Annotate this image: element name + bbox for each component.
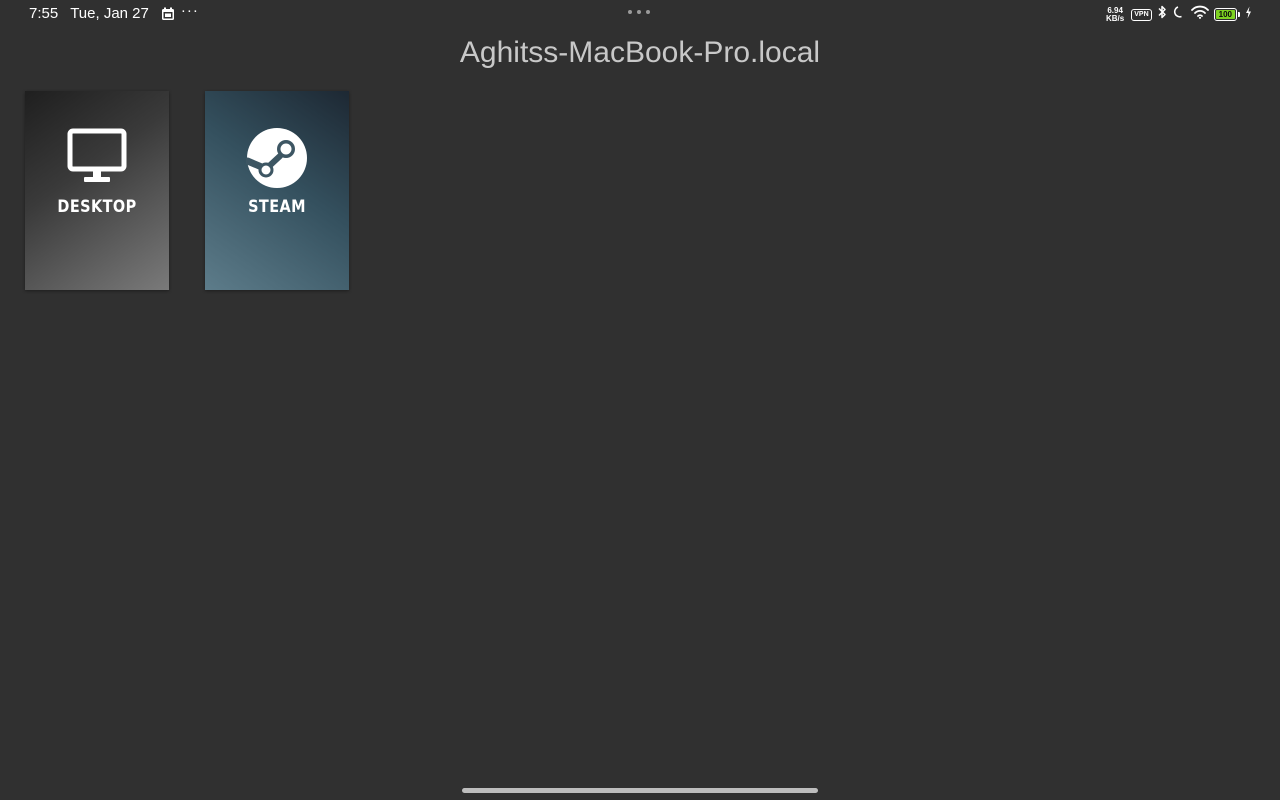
screen: 7:55 Tue, Jan 27 ··· 6.94 KB/s VPN 100 A… — [0, 0, 1280, 800]
bluetooth-icon — [1157, 5, 1167, 24]
monitor-icon — [25, 127, 169, 187]
app-tile-desktop-label: DESKTOP — [57, 197, 137, 217]
do-not-disturb-moon-icon — [1172, 5, 1186, 24]
calendar-notification-icon — [161, 7, 175, 21]
multitask-dots-icon[interactable] — [628, 10, 650, 14]
status-left: 7:55 Tue, Jan 27 ··· — [29, 2, 199, 22]
more-notifications-icon: ··· — [180, 2, 199, 19]
host-title: Aghitss-MacBook-Pro.local — [459, 36, 821, 69]
status-time: 7:55 — [29, 5, 59, 22]
status-bar: 7:55 Tue, Jan 27 ··· 6.94 KB/s VPN 100 — [0, 0, 1280, 28]
steam-icon — [205, 127, 349, 189]
app-tile-steam[interactable]: STEAM — [205, 91, 349, 290]
network-speed: 6.94 KB/s — [1106, 6, 1125, 23]
charging-bolt-icon — [1245, 6, 1252, 24]
app-tile-steam-label: STEAM — [248, 197, 306, 217]
status-date: Tue, Jan 27 — [70, 5, 149, 22]
home-indicator-bar[interactable] — [462, 788, 818, 793]
app-grid: DESKTOP STEAM — [25, 91, 349, 290]
app-tile-desktop[interactable]: DESKTOP — [25, 91, 169, 290]
battery-level: 100 — [1215, 10, 1235, 19]
vpn-icon: VPN — [1131, 8, 1152, 21]
status-right: 6.94 KB/s VPN 100 — [1106, 5, 1252, 24]
battery-icon: 100 — [1213, 8, 1240, 21]
network-speed-unit: KB/s — [1106, 13, 1125, 23]
wifi-icon — [1190, 5, 1209, 24]
